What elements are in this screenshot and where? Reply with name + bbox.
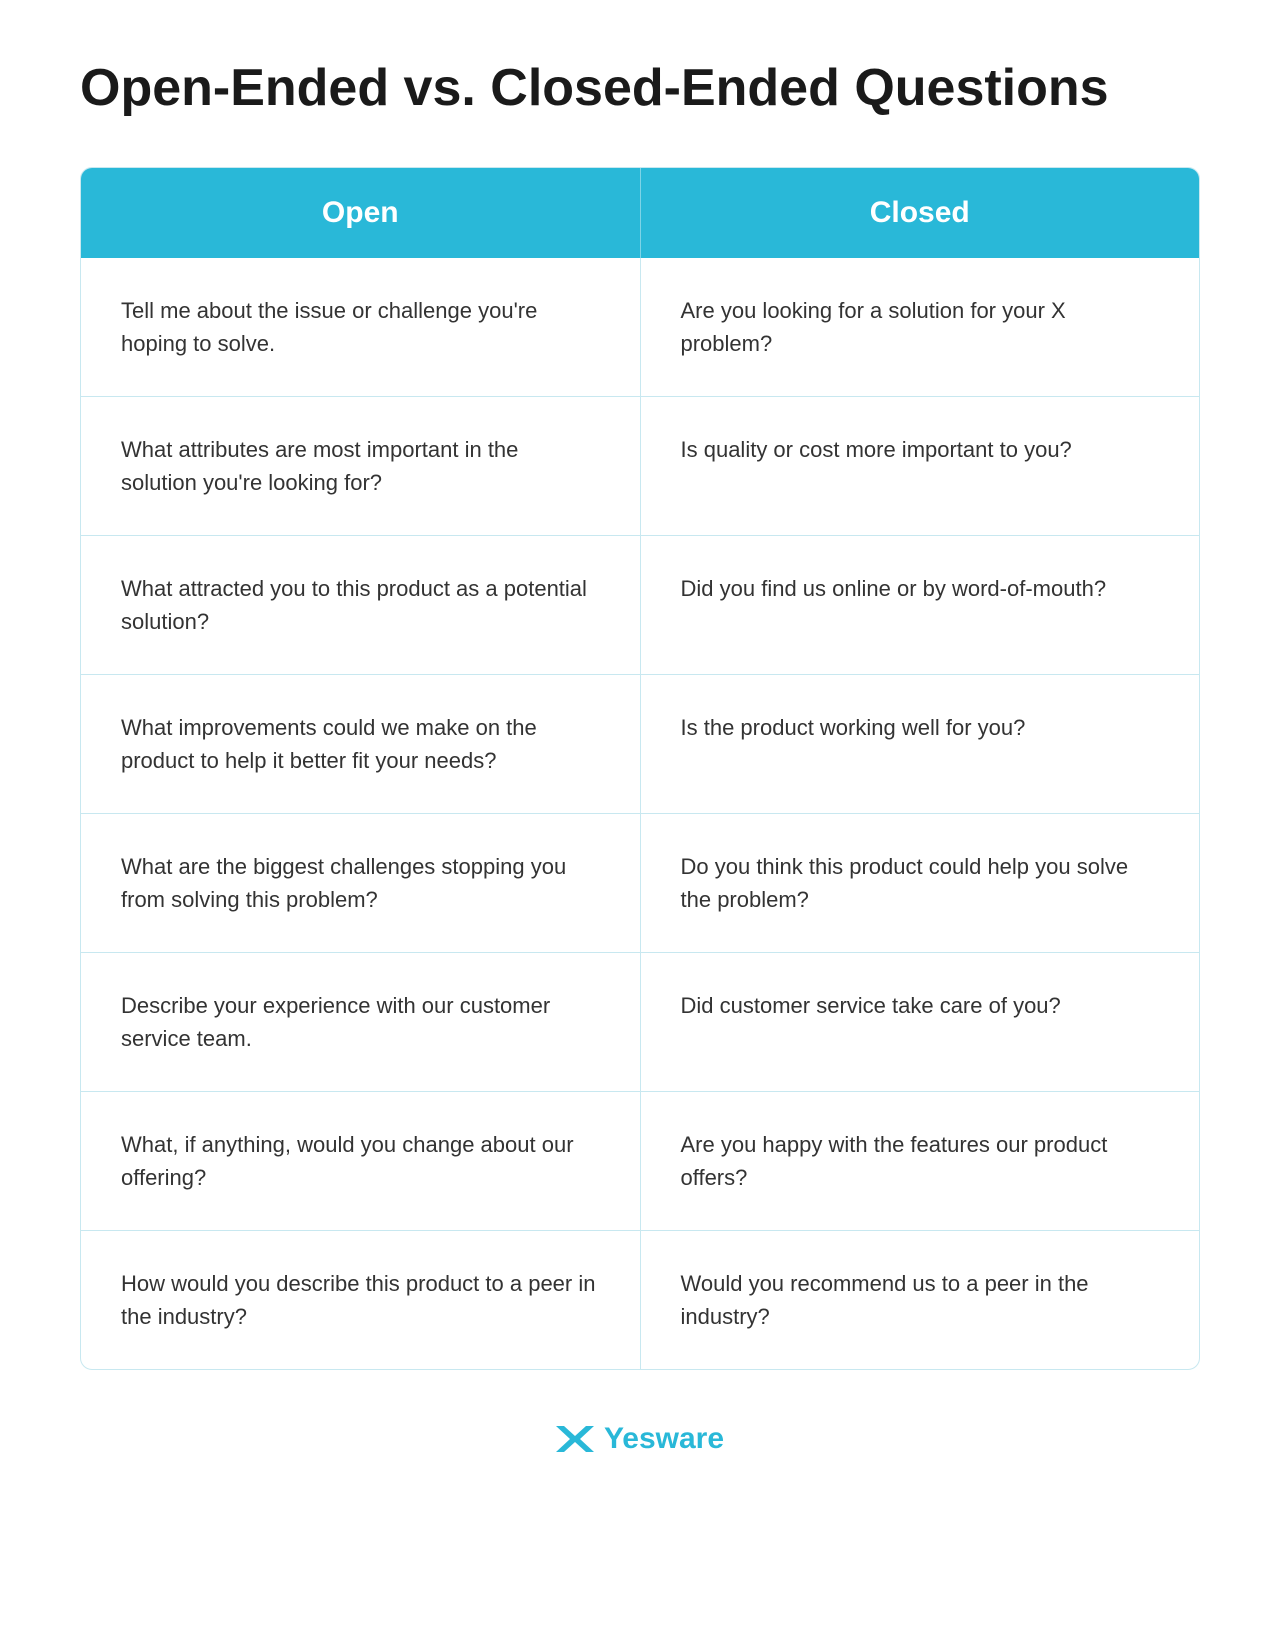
open-cell: What attributes are most important in th… (81, 397, 640, 535)
table-row: What improvements could we make on the p… (81, 674, 1199, 813)
table-row: What attracted you to this product as a … (81, 535, 1199, 674)
closed-cell: Is the product working well for you? (641, 675, 1200, 813)
header-open: Open (81, 168, 640, 258)
yesware-logo-text: Yesware (604, 1422, 724, 1456)
table-row: Describe your experience with our custom… (81, 952, 1199, 1091)
page-title: Open-Ended vs. Closed-Ended Questions (80, 60, 1200, 117)
table-row: What are the biggest challenges stopping… (81, 813, 1199, 952)
header-closed: Closed (641, 168, 1200, 258)
open-cell: What, if anything, would you change abou… (81, 1092, 640, 1230)
open-cell: Describe your experience with our custom… (81, 953, 640, 1091)
table-row: Tell me about the issue or challenge you… (81, 258, 1199, 396)
yesware-logo-icon (556, 1420, 594, 1458)
open-cell: How would you describe this product to a… (81, 1231, 640, 1369)
table-row: What, if anything, would you change abou… (81, 1091, 1199, 1230)
closed-cell: Did customer service take care of you? (641, 953, 1200, 1091)
open-cell: What are the biggest challenges stopping… (81, 814, 640, 952)
open-cell: Tell me about the issue or challenge you… (81, 258, 640, 396)
table-body: Tell me about the issue or challenge you… (81, 258, 1199, 1369)
open-cell: What attracted you to this product as a … (81, 536, 640, 674)
closed-cell: Do you think this product could help you… (641, 814, 1200, 952)
closed-cell: Is quality or cost more important to you… (641, 397, 1200, 535)
closed-cell: Are you looking for a solution for your … (641, 258, 1200, 396)
closed-cell: Did you find us online or by word-of-mou… (641, 536, 1200, 674)
closed-cell: Would you recommend us to a peer in the … (641, 1231, 1200, 1369)
closed-cell: Are you happy with the features our prod… (641, 1092, 1200, 1230)
footer: Yesware (80, 1420, 1200, 1458)
table-row: How would you describe this product to a… (81, 1230, 1199, 1369)
comparison-table: Open Closed Tell me about the issue or c… (80, 167, 1200, 1370)
table-row: What attributes are most important in th… (81, 396, 1199, 535)
open-cell: What improvements could we make on the p… (81, 675, 640, 813)
table-header: Open Closed (81, 168, 1199, 258)
page-container: Open-Ended vs. Closed-Ended Questions Op… (80, 60, 1200, 1458)
